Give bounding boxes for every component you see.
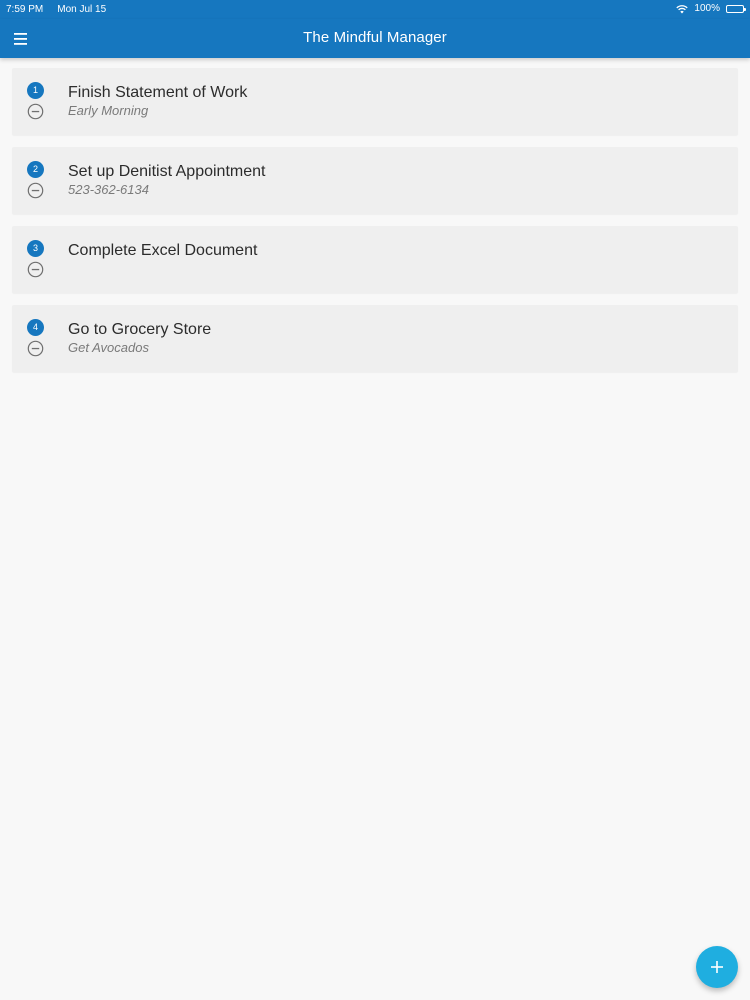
task-number-badge: 2 <box>27 161 44 178</box>
remove-circle-icon[interactable] <box>27 182 44 199</box>
page-title: The Mindful Manager <box>303 29 447 46</box>
battery-icon <box>726 4 746 13</box>
status-right: 100% <box>676 3 746 14</box>
task-note: Early Morning <box>68 103 149 118</box>
status-left: 7:59 PM Mon Jul 15 <box>6 4 106 15</box>
task-note: Get Avocados <box>68 340 149 355</box>
task-title: Finish Statement of Work <box>68 84 248 101</box>
wifi-icon <box>676 4 689 14</box>
task-title: Go to Grocery Store <box>68 321 212 338</box>
status-date: Mon Jul 15 <box>57 4 107 15</box>
task-list: 1 Finish Statement of Work Early Morning… <box>12 68 738 384</box>
task-number-badge: 1 <box>27 82 44 99</box>
remove-circle-icon[interactable] <box>27 261 44 278</box>
add-task-button[interactable] <box>696 946 738 988</box>
task-item[interactable]: 4 Go to Grocery Store Get Avocados <box>12 305 738 372</box>
remove-circle-icon[interactable] <box>27 340 44 357</box>
task-title: Set up Denitist Appointment <box>68 163 266 180</box>
app-bar: The Mindful Manager <box>0 19 750 58</box>
status-time: 7:59 PM <box>6 4 44 15</box>
task-number-badge: 3 <box>27 240 44 257</box>
task-item[interactable]: 1 Finish Statement of Work Early Morning <box>12 68 738 135</box>
task-item[interactable]: 3 Complete Excel Document <box>12 226 738 293</box>
task-number-badge: 4 <box>27 319 44 336</box>
remove-circle-icon[interactable] <box>27 103 44 120</box>
task-title: Complete Excel Document <box>68 242 258 259</box>
battery-percent: 100% <box>694 3 720 14</box>
status-bar: 7:59 PM Mon Jul 15 100% <box>0 0 750 19</box>
task-item[interactable]: 2 Set up Denitist Appointment 523-362-61… <box>12 147 738 214</box>
task-note: 523-362-6134 <box>68 182 149 197</box>
